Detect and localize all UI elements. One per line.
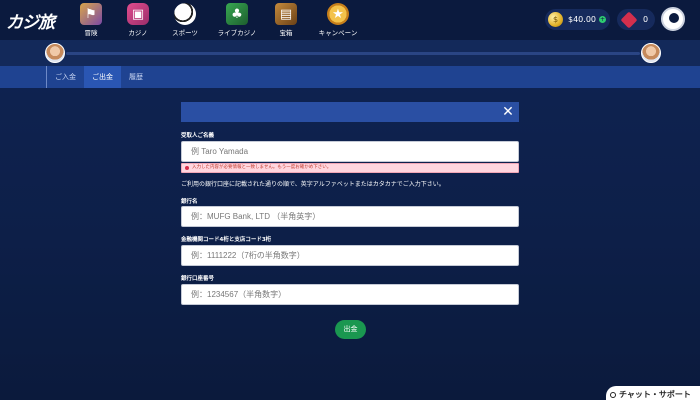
level-progress-bar xyxy=(66,52,640,55)
tab-history[interactable]: 履歴 xyxy=(121,66,151,88)
gem-icon xyxy=(620,11,638,28)
level-progress-row xyxy=(0,40,700,66)
roulette-dealer-icon: ♣ xyxy=(226,3,248,25)
error-icon xyxy=(185,166,189,170)
current-level-avatar xyxy=(45,43,65,63)
user-avatar[interactable] xyxy=(661,7,685,31)
input-notice: ご利用の銀行口座に記載された通りの順で、英字アルファベットまたはカタカナでご入力… xyxy=(181,181,445,188)
recipient-name-input[interactable]: 例 Taro Yamada xyxy=(181,141,519,162)
close-icon[interactable]: ✕ xyxy=(500,104,516,120)
cashier-tabs: ご入金 ご出金 履歴 xyxy=(0,66,700,88)
chat-search-icon xyxy=(610,392,616,398)
error-text: 入力した内容が必要情報と一致しません。もう一度お確かめ下さい。 xyxy=(192,165,332,170)
tab-withdraw[interactable]: ご出金 xyxy=(84,66,121,88)
form-header-bar: ✕ xyxy=(181,102,519,122)
next-level-avatar xyxy=(641,43,661,63)
nav-item-sports[interactable]: スポーツ xyxy=(162,3,208,37)
soccer-ball-icon xyxy=(174,3,196,25)
nav-item-live-casino[interactable]: ♣ ライブカジノ xyxy=(212,3,262,37)
balance-amount: $40.00 xyxy=(568,15,596,24)
coin-icon: $ xyxy=(548,12,563,27)
balance-pill[interactable]: $ $40.00 + xyxy=(545,9,610,30)
gems-pill[interactable]: 0 xyxy=(617,9,655,30)
add-funds-icon[interactable]: + xyxy=(599,16,606,23)
gem-count: 0 xyxy=(643,15,649,24)
adventure-flag-icon: ⚑ xyxy=(80,3,102,25)
bank-name-input[interactable]: 例：MUFG Bank, LTD （半角英字） xyxy=(181,206,519,227)
nav-label: 冒険 xyxy=(84,29,98,37)
nav-label: カジノ xyxy=(128,29,148,37)
nav-item-casino[interactable]: ▣ カジノ xyxy=(115,3,161,37)
account-label: 銀行口座番号 xyxy=(181,276,215,282)
main-nav: ⚑ 冒険 ▣ カジノ スポーツ ♣ ライブカジノ ▤ 宝箱 ★ キャンペーン xyxy=(68,3,367,37)
slot-machine-icon: ▣ xyxy=(127,3,149,25)
nav-label: ライブカジノ xyxy=(217,29,257,37)
nav-item-treasure[interactable]: ▤ 宝箱 xyxy=(263,3,309,37)
tab-deposit[interactable]: ご入金 xyxy=(46,66,84,88)
bank-code-input[interactable]: 例：1111222（7桁の半角数字） xyxy=(181,245,519,266)
nav-item-campaign[interactable]: ★ キャンペーン xyxy=(310,3,366,37)
nav-label: 宝箱 xyxy=(279,29,293,37)
code-label: 金融機関コード4桁と支店コード3桁 xyxy=(181,237,272,243)
avatar-face-icon xyxy=(669,13,679,23)
chat-label: チャット・サポート xyxy=(619,390,691,399)
bank-label: 銀行名 xyxy=(181,199,198,205)
site-logo[interactable]: カジ旅 xyxy=(6,8,55,33)
chat-support-button[interactable]: チャット・サポート xyxy=(606,386,700,400)
account-number-input[interactable]: 例：1234567（半角数字） xyxy=(181,284,519,305)
nav-item-adventure[interactable]: ⚑ 冒険 xyxy=(68,3,114,37)
campaign-medal-icon: ★ xyxy=(327,3,349,25)
withdraw-button[interactable]: 出金 xyxy=(335,320,366,339)
top-header: カジ旅 ⚑ 冒険 ▣ カジノ スポーツ ♣ ライブカジノ ▤ 宝箱 ★ キャンペ… xyxy=(0,0,700,40)
nav-label: スポーツ xyxy=(172,29,198,37)
nav-label: キャンペーン xyxy=(318,29,358,37)
treasure-chest-icon: ▤ xyxy=(275,3,297,25)
error-message: 入力した内容が必要情報と一致しません。もう一度お確かめ下さい。 xyxy=(181,163,519,173)
recipient-label: 受取人ご名義 xyxy=(181,133,215,139)
